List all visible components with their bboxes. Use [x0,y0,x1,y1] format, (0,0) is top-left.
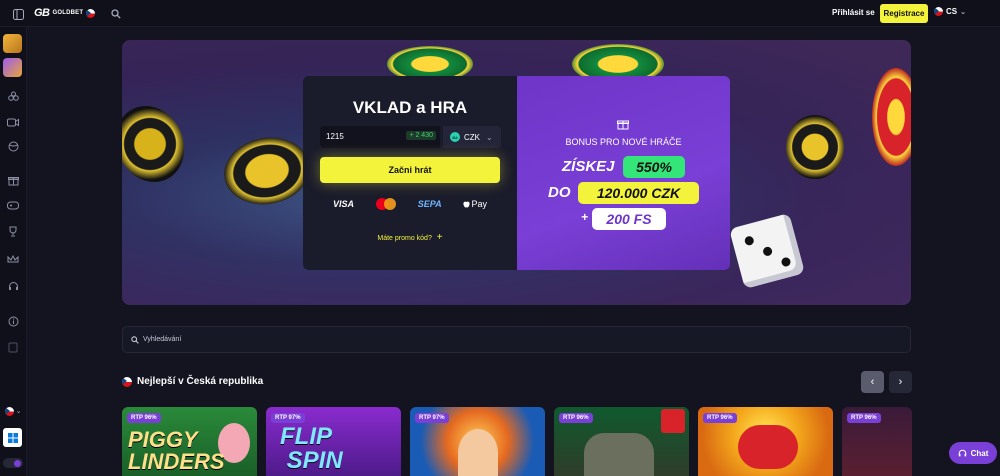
provider-logo [661,409,685,433]
live-casino-icon[interactable] [6,115,20,129]
register-button[interactable]: Registrace [880,4,928,23]
poker-chip-image [786,115,844,179]
visa-logo: VISA [333,199,355,209]
poker-chip-image [122,94,197,194]
carousel-next-button[interactable]: › [889,371,912,393]
document-icon[interactable] [6,340,20,354]
bonus-upto-label: DO [548,184,571,201]
trophy-icon[interactable] [6,224,20,238]
search-input[interactable]: Vyhledávání [122,326,911,353]
promo-label: Máte promo kód? [377,235,432,242]
amount-value: 1215 [326,132,344,141]
rtp-badge: RTP 97% [271,413,305,423]
game-tile[interactable]: RTP 96% PIGGY LINDERS [122,407,257,476]
support-headset-icon[interactable] [6,279,20,293]
bonus-panel[interactable]: BONUS PRO NOVÉ HRÁČE ZÍSKEJ 550% DO 120.… [517,76,730,270]
login-button[interactable]: Přihlásit se [832,8,875,17]
plus-icon: + [436,232,443,243]
sport-ball-icon[interactable] [6,139,20,153]
deposit-title: VKLAD a HRA [352,98,468,117]
game-title: PIGGY LINDERS [128,427,225,474]
bonus-percent-pill: 550% [623,156,685,178]
amount-bonus-badge: + 2 430 [406,131,436,140]
info-icon[interactable] [6,314,20,328]
headset-icon [958,449,966,456]
chevron-down-icon: ⌄ [486,132,493,142]
apple-icon [463,201,471,208]
czk-currency-icon: Kč [450,132,460,142]
rtp-badge: RTP 96% [703,413,737,423]
czech-flag-icon [122,376,132,387]
windows-app-icon[interactable] [3,428,22,447]
language-selector[interactable]: CS ⌄ [934,7,966,16]
chat-label: Chat [970,448,989,458]
deposit-panel: VKLAD a HRA 1215 + 2 430 Kč CZK ⌄ Začni … [303,76,517,270]
poker-chip-image [872,68,911,166]
theme-toggle[interactable] [3,458,23,468]
logo-text: GOLDBET [52,10,84,16]
gift-icon [617,120,629,130]
apple-pay-logo: Pay [463,199,487,209]
currency-select[interactable]: Kč CZK ⌄ [443,126,501,148]
section-heading: Nejlepší v Česká republika [122,376,263,387]
game-tile[interactable]: RTP 96% [842,407,912,476]
sepa-logo: SEPA [417,199,442,209]
czech-flag-icon [4,406,14,416]
game-tile[interactable]: RTP 97% FLIP SPIN [266,407,401,476]
bonus-plus-label: + [581,210,589,224]
sports-icon[interactable] [6,89,20,103]
bonus-get-label: ZÍSKEJ [562,158,615,175]
poker-chip-image [218,131,316,211]
goldbet-logo[interactable]: GB GOLDBET [34,7,96,19]
crown-icon[interactable] [6,252,20,266]
search-icon [131,335,139,344]
gamepad-icon[interactable] [6,198,20,212]
game-tile[interactable]: RTP 97% [410,407,545,476]
czech-flag-icon [934,7,943,16]
search-placeholder: Vyhledávání [143,336,182,343]
czech-flag-icon [86,8,96,18]
language-switch[interactable]: ⌄ [3,404,23,418]
game-title: FLIP SPIN [280,423,343,474]
chat-button[interactable]: Chat [949,442,997,464]
payment-methods: VISA SEPA Pay [333,198,487,210]
bonus-fs-pill: 200 FS [592,208,666,230]
carousel-prev-button[interactable]: ‹ [861,371,884,393]
currency-label: CZK [464,132,480,142]
rtp-badge: RTP 96% [847,413,881,423]
deposit-amount-input[interactable]: 1215 + 2 430 [320,126,440,148]
moon-icon [13,459,21,467]
mastercard-logo [375,198,396,210]
sidebar-casino-icon[interactable] [3,34,22,53]
game-tile[interactable]: RTP 96% [698,407,833,476]
top-bar: GB GOLDBET Přihlásit se Registrace CS ⌄ [0,0,1000,27]
dice-image [729,213,805,289]
start-play-button[interactable]: Začni hrát [320,157,500,183]
bonus-label: BONUS PRO NOVÉ HRÁČE [565,137,682,147]
game-tile[interactable]: RTP 96% [554,407,689,476]
rtp-badge: RTP 96% [127,413,161,423]
rtp-badge: RTP 97% [415,413,449,423]
sidebar-slots-icon[interactable] [3,58,22,77]
search-icon[interactable] [109,7,123,21]
gift-icon[interactable] [6,173,20,187]
rtp-badge: RTP 96% [559,413,593,423]
character-image [584,433,654,476]
monster-image [738,425,798,469]
section-title: Nejlepší v Česká republika [137,376,264,387]
language-label: CS [946,7,958,16]
character-image [458,429,498,476]
sidebar: ⌄ [0,27,27,476]
bonus-amount-pill: 120.000 CZK [578,182,699,204]
sidebar-toggle-icon[interactable] [11,7,25,21]
promo-code-link[interactable]: Máte promo kód? + [303,232,517,243]
chevron-down-icon: ⌄ [15,408,22,415]
logo-mark: GB [34,7,50,19]
chevron-down-icon: ⌄ [960,8,966,16]
